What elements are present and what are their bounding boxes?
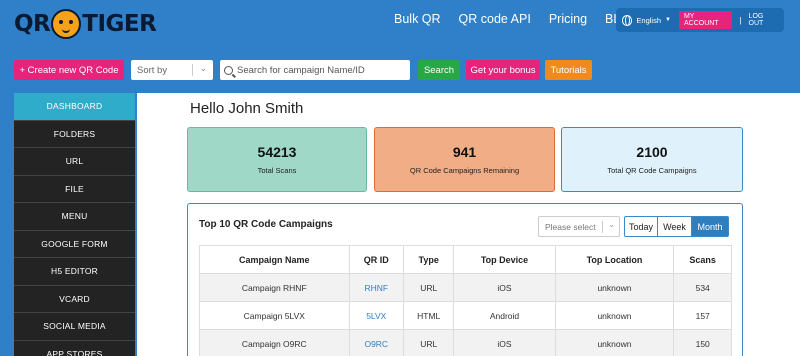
cell-campaign-name: Campaign O9RC [199, 329, 350, 356]
cell-type: URL [402, 329, 455, 356]
main-content: Hello John Smith 54213 Total Scans 941 Q… [137, 93, 800, 356]
language-selector[interactable]: English [636, 16, 661, 25]
panel-title: Top 10 QR Code Campaigns [199, 219, 333, 230]
sidebar-item-dashboard[interactable]: DASHBOARD [14, 93, 135, 121]
campaign-search-input[interactable] [237, 64, 405, 76]
campaigns-table: Campaign Name QR ID Type Top Device Top … [199, 245, 732, 356]
cell-qr-id-link[interactable]: 5LVX [348, 301, 404, 330]
cell-top-device: iOS [453, 273, 556, 302]
account-separator: | [739, 15, 742, 25]
chevron-down-icon: ▼ [665, 17, 671, 23]
search-button[interactable]: Search [418, 60, 460, 80]
sidebar: DASHBOARD FOLDERS URL FILE MENU GOOGLE F… [14, 93, 135, 356]
sidebar-item-folders[interactable]: FOLDERS [14, 121, 135, 148]
campaign-search [220, 60, 410, 80]
cell-type: URL [402, 273, 455, 302]
period-select-label: Please select [545, 221, 596, 232]
period-month-button[interactable]: Month [692, 216, 729, 237]
get-bonus-button[interactable]: Get your bonus [466, 60, 540, 80]
top-header: QR TIGER Bulk QR QR code API Pricing BLO… [0, 0, 800, 52]
cell-top-location: unknown [554, 273, 675, 302]
greeting-heading: Hello John Smith [190, 100, 304, 117]
table-row: Campaign RHNF RHNF URL iOS unknown 534 [199, 273, 732, 302]
cell-campaign-name: Campaign 5LVX [199, 301, 350, 330]
col-scans: Scans [673, 245, 732, 274]
account-bar: English ▼ MY ACCOUNT | LOG OUT [616, 8, 784, 32]
period-select[interactable]: Please select ⌄ [538, 216, 620, 237]
cell-top-device: iOS [453, 329, 556, 356]
period-toggle: Today Week Month [624, 216, 729, 237]
stat-value: 54213 [257, 144, 297, 160]
table-row: Campaign O9RC O9RC URL iOS unknown 150 [199, 329, 732, 356]
cell-top-device: Android [453, 301, 556, 330]
cell-top-location: unknown [554, 329, 675, 356]
sidebar-item-vcard[interactable]: VCARD [14, 286, 135, 313]
chevron-down-icon: ⌄ [199, 63, 207, 73]
nav-bulk-qr[interactable]: Bulk QR [394, 12, 441, 26]
select-divider [192, 64, 193, 76]
cell-qr-id-link[interactable]: O9RC [348, 329, 404, 356]
total-campaigns-card: 2100 Total QR Code Campaigns [561, 127, 743, 192]
sort-by-select[interactable]: Sort by ⌄ [131, 60, 213, 80]
top-campaigns-panel: Top 10 QR Code Campaigns Please select ⌄… [187, 203, 743, 356]
sidebar-item-url[interactable]: URL [14, 148, 135, 176]
cell-type: HTML [402, 301, 455, 330]
col-qr-id: QR ID [348, 245, 404, 274]
sidebar-item-file[interactable]: FILE [14, 176, 135, 203]
sidebar-item-menu[interactable]: MENU [14, 203, 135, 231]
chevron-down-icon: ⌄ [608, 220, 615, 229]
cell-campaign-name: Campaign RHNF [199, 273, 350, 302]
sort-by-label: Sort by [137, 64, 168, 76]
stat-value: 941 [452, 144, 477, 160]
period-today-button[interactable]: Today [624, 216, 658, 237]
stat-value: 2100 [636, 144, 668, 160]
globe-icon [622, 14, 633, 26]
sidebar-item-google-form[interactable]: GOOGLE FORM [14, 231, 135, 258]
cell-scans: 150 [673, 329, 732, 356]
cell-top-location: unknown [554, 301, 675, 330]
nav-qr-code-api[interactable]: QR code API [459, 12, 531, 26]
stat-label: Total QR Code Campaigns [607, 166, 697, 175]
nav-pricing[interactable]: Pricing [549, 12, 587, 26]
period-week-button[interactable]: Week [658, 216, 692, 237]
main-nav: Bulk QR QR code API Pricing BLOG [394, 12, 640, 26]
col-type: Type [402, 245, 455, 274]
qrtiger-logo[interactable]: QR TIGER [14, 9, 157, 39]
table-header-row: Campaign Name QR ID Type Top Device Top … [199, 245, 732, 274]
total-scans-card: 54213 Total Scans [187, 127, 367, 192]
sidebar-item-social-media[interactable]: SOCIAL MEDIA [14, 313, 135, 341]
sidebar-item-h5-editor[interactable]: H5 EDITOR [14, 258, 135, 286]
create-qr-code-button[interactable]: + Create new QR Code [14, 60, 124, 80]
campaigns-remaining-card: 941 QR Code Campaigns Remaining [374, 127, 555, 192]
select-divider [602, 221, 603, 233]
tutorials-button[interactable]: Tutorials [545, 60, 592, 80]
col-top-location: Top Location [554, 245, 675, 274]
stat-label: QR Code Campaigns Remaining [409, 166, 520, 175]
cell-scans: 157 [673, 301, 732, 330]
logo-text-right: TIGER [82, 11, 157, 37]
tiger-logo-icon [51, 9, 82, 39]
col-campaign-name: Campaign Name [199, 245, 350, 274]
sidebar-item-app-stores[interactable]: APP STORES [14, 341, 135, 356]
cell-scans: 534 [673, 273, 732, 302]
logout-link[interactable]: LOG OUT [749, 13, 778, 27]
col-top-device: Top Device [453, 245, 556, 274]
stat-label: Total Scans [257, 166, 297, 175]
cell-qr-id-link[interactable]: RHNF [348, 273, 404, 302]
table-row: Campaign 5LVX 5LVX HTML Android unknown … [199, 301, 732, 330]
my-account-button[interactable]: MY ACCOUNT [678, 11, 733, 29]
search-icon [224, 65, 233, 75]
logo-text-left: QR [14, 11, 51, 37]
